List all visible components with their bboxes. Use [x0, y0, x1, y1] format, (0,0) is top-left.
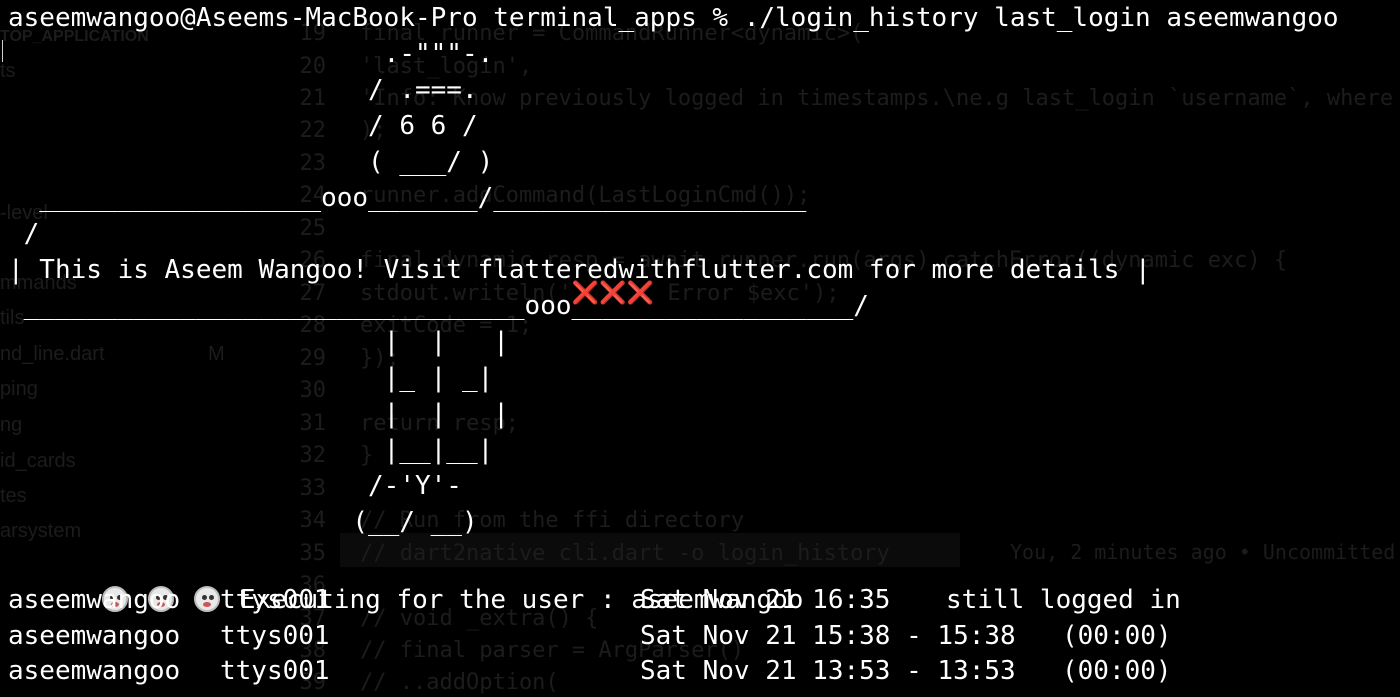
history-user: aseemwangoo	[8, 656, 181, 686]
ascii-art-line: (__/ __)	[8, 507, 478, 537]
history-tty: ttys001	[220, 621, 330, 651]
history-status: still logged in	[946, 585, 1181, 615]
ascii-art-line: |_ | _|	[8, 363, 494, 393]
ascii-art-line: | | |	[8, 399, 509, 429]
history-tty: ttys001	[220, 656, 330, 686]
history-status: (00:00)	[1062, 621, 1172, 651]
ascii-art-line: / .===.	[8, 75, 478, 105]
terminal-output[interactable]: aseemwangoo@Aseems-MacBook-Pro terminal_…	[0, 0, 1400, 697]
history-user: aseemwangoo	[8, 585, 181, 615]
ascii-art-line: /	[8, 219, 40, 249]
executing-line: Executing for the user : aseemwangoo	[8, 546, 803, 615]
ascii-art-line: /-'Y'-	[8, 471, 462, 501]
history-time: Sat Nov 21 15:38 - 15:38	[640, 621, 1016, 651]
history-time: Sat Nov 21 13:53 - 13:53	[640, 656, 1016, 686]
history-time: Sat Nov 21 16:35	[640, 585, 891, 615]
ascii-art-line: ________________________________ooo_____…	[8, 291, 869, 321]
ascii-art-line: .-"""-.	[8, 39, 494, 69]
terminal-window[interactable]: TOP_APPLICATION ts -level mmands tils nd…	[0, 0, 1400, 697]
ascii-art-banner: | This is Aseem Wangoo! Visit flatteredw…	[8, 255, 1151, 285]
ascii-art-line: |__|__|	[8, 435, 494, 465]
ascii-art-line: ( ___/ )	[8, 147, 494, 177]
history-tty: ttys001	[220, 585, 330, 615]
clown-face-icon	[193, 586, 220, 612]
command-prompt: aseemwangoo@Aseems-MacBook-Pro terminal_…	[8, 3, 1339, 33]
history-status: (00:00)	[1062, 656, 1172, 686]
history-user: aseemwangoo	[8, 621, 181, 651]
ascii-art-line: | | |	[8, 327, 509, 357]
ascii-art-line: / 6 6 /	[8, 111, 478, 141]
ascii-art-line: __________________ooo_______/___________…	[8, 183, 807, 213]
text-cursor	[2, 40, 3, 62]
